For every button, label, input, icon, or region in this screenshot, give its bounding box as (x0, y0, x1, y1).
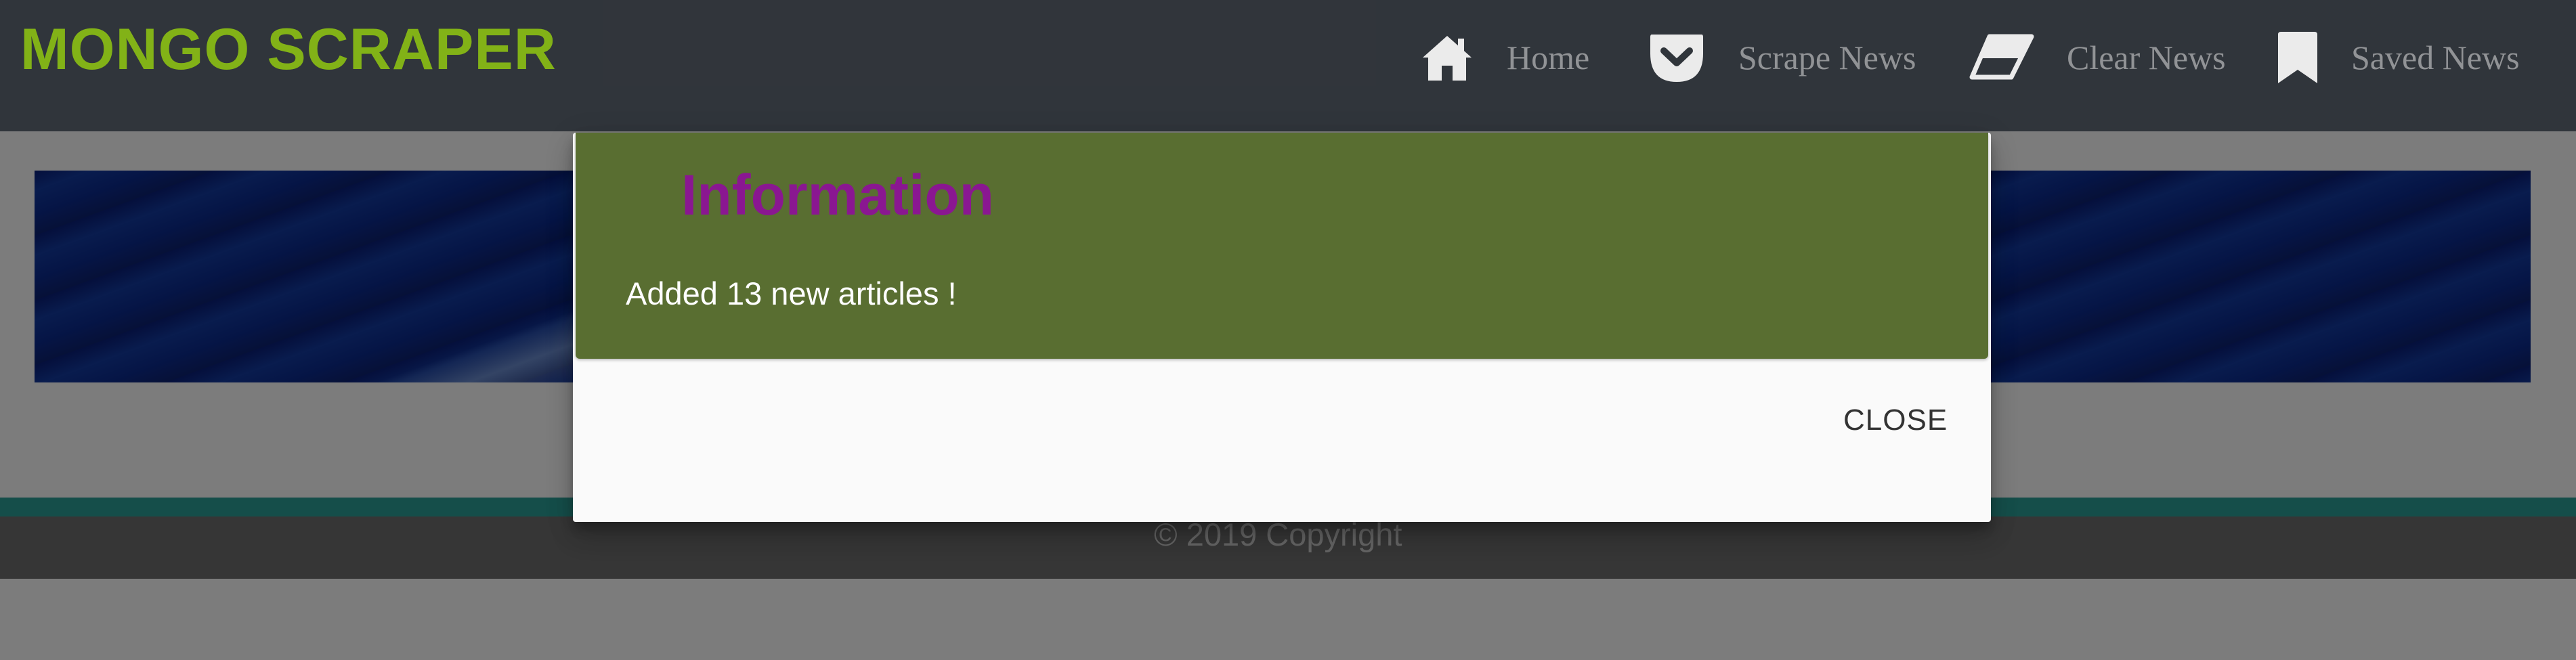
nav-saved-news-label: Saved News (2351, 39, 2520, 76)
information-modal: Information Added 13 new articles ! CLOS… (573, 133, 1991, 522)
nav-home-link[interactable]: Home (1420, 20, 1589, 95)
nav-clear-news-link[interactable]: Clear News (1969, 20, 2226, 95)
home-icon (1420, 33, 1474, 82)
eraser-icon (1969, 34, 2034, 81)
modal-message: Added 13 new articles ! (626, 276, 957, 311)
modal-content: Information Added 13 new articles ! (576, 133, 1988, 359)
brand-logo[interactable]: MONGO SCRAPER (20, 14, 557, 85)
nav-scrape-news-label: Scrape News (1738, 39, 1916, 76)
nav-home-label: Home (1507, 39, 1590, 76)
nav-scrape-news-link[interactable]: Scrape News (1648, 20, 1916, 95)
nav-clear-news-label: Clear News (2067, 39, 2226, 76)
pocket-icon (1648, 30, 1706, 85)
close-button[interactable]: CLOSE (1843, 397, 1965, 444)
nav-saved-news-link[interactable]: Saved News (2277, 20, 2520, 95)
modal-title: Information (681, 163, 994, 227)
bookmark-icon (2277, 30, 2319, 85)
navbar: MONGO SCRAPER Home Scrape News Clear New… (0, 0, 2576, 131)
